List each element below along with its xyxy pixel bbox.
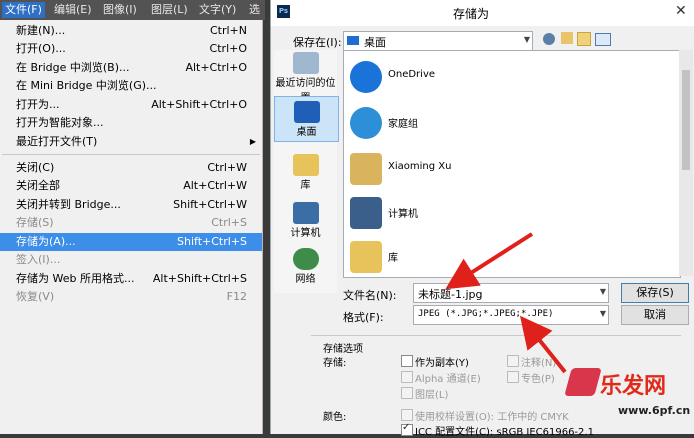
watermark-url: www.6pf.cn	[618, 404, 691, 417]
arrow-to-filename	[445, 232, 534, 290]
watermark-text: 乐发网	[600, 373, 667, 399]
arrow-to-format	[520, 315, 567, 374]
